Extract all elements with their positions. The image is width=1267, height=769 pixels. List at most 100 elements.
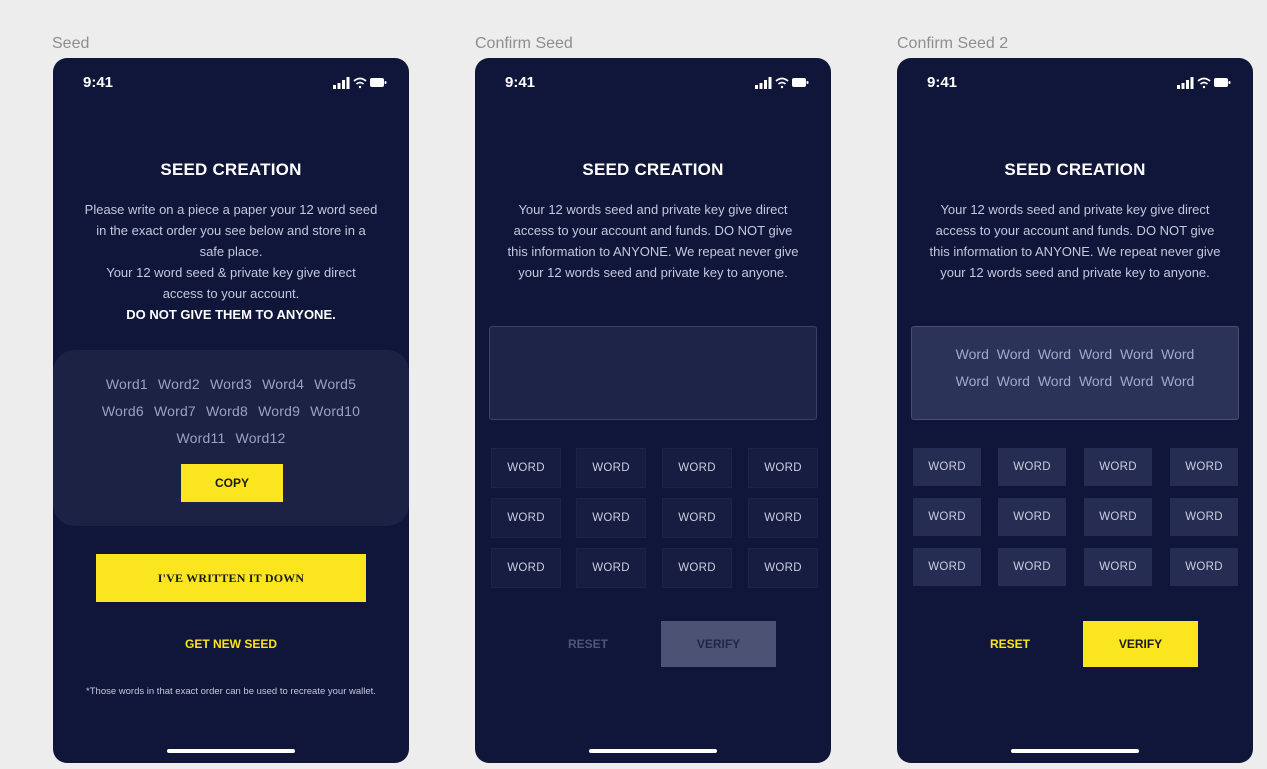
- instructions-line: safe place.: [199, 244, 263, 259]
- selected-word[interactable]: Word: [1079, 373, 1112, 389]
- seed-word: Word11: [176, 430, 226, 446]
- word-choice-button[interactable]: WORD: [576, 498, 646, 538]
- status-time: 9:41: [83, 74, 114, 91]
- word-choice-button[interactable]: WORD: [662, 548, 732, 588]
- selected-word[interactable]: Word: [1120, 373, 1153, 389]
- seed-word: Word7: [153, 403, 196, 419]
- word-choice-button[interactable]: WORD: [1084, 548, 1152, 586]
- word-choice-button[interactable]: WORD: [748, 548, 818, 588]
- instructions-line: your 12 words seed and private key to an…: [940, 265, 1210, 280]
- written-it-down-button[interactable]: I'VE WRITTEN IT DOWN: [96, 554, 366, 602]
- seed-word: Word6: [101, 403, 144, 419]
- seed-entry-box[interactable]: [489, 326, 817, 420]
- status-time: 9:41: [505, 74, 536, 91]
- instructions-line: Your 12 word seed & private key give dir…: [106, 265, 356, 280]
- selected-words: Word Word Word Word Word Word Word Word …: [932, 341, 1218, 395]
- home-indicator: [589, 749, 717, 753]
- seed-word: Word10: [310, 403, 361, 419]
- selected-word[interactable]: Word: [1079, 346, 1112, 362]
- reset-button[interactable]: RESET: [545, 622, 631, 666]
- seed-word: Word2: [157, 376, 200, 392]
- word-choice-grid: WORD WORD WORD WORD WORD WORD WORD WORD …: [913, 448, 1238, 586]
- verify-button[interactable]: VERIFY: [1083, 621, 1198, 667]
- instructions-line: Please write on a piece a paper your 12 …: [84, 202, 378, 217]
- selected-word[interactable]: Word: [997, 373, 1030, 389]
- page-title: SEED CREATION: [160, 160, 302, 179]
- seed-entry-box[interactable]: Word Word Word Word Word Word Word Word …: [911, 326, 1239, 420]
- wifi-icon: [1197, 77, 1211, 89]
- status-bar: 9:41: [505, 74, 809, 92]
- instructions-text: Your 12 words seed and private key give …: [487, 199, 819, 283]
- word-choice-button[interactable]: WORD: [913, 448, 981, 486]
- phone-confirm-seed-2: 9:41 SEED CREATION Your 12 words seed an…: [897, 58, 1253, 763]
- word-choice-button[interactable]: WORD: [491, 448, 561, 488]
- word-choice-button[interactable]: WORD: [1084, 498, 1152, 536]
- selected-word[interactable]: Word: [1120, 346, 1153, 362]
- instructions-line: Your 12 words seed and private key give …: [518, 202, 788, 217]
- seed-word: Word3: [210, 376, 252, 392]
- selected-word[interactable]: Word: [1161, 346, 1194, 362]
- seed-word: Word4: [262, 376, 305, 392]
- status-icons: [333, 77, 387, 89]
- word-choice-button[interactable]: WORD: [1084, 448, 1152, 486]
- instructions-line: access to your account.: [162, 286, 300, 301]
- word-choice-button[interactable]: WORD: [748, 448, 818, 488]
- word-choice-button[interactable]: WORD: [913, 498, 981, 536]
- page-title: SEED CREATION: [1004, 160, 1146, 179]
- get-new-seed-link[interactable]: GET NEW SEED: [53, 637, 409, 651]
- selected-word[interactable]: Word: [956, 346, 989, 362]
- frame-label-seed: Seed: [52, 35, 90, 52]
- instructions-text: Please write on a piece a paper your 12 …: [65, 199, 397, 325]
- frame-label-confirm-seed-2: Confirm Seed 2: [897, 35, 1009, 52]
- frame-label-confirm-seed: Confirm Seed: [475, 35, 573, 52]
- verify-button[interactable]: VERIFY: [661, 621, 776, 667]
- selected-word[interactable]: Word: [956, 373, 989, 389]
- phone-confirm-seed: 9:41 SEED CREATION Your 12 words seed an…: [475, 58, 831, 763]
- copy-button[interactable]: COPY: [181, 464, 283, 502]
- instructions-line: access to your account and funds. DO NOT…: [513, 223, 793, 238]
- word-choice-button[interactable]: WORD: [1170, 548, 1238, 586]
- instructions-line: in the exact order you see below and sto…: [96, 223, 366, 238]
- seed-word: Word1: [105, 376, 148, 392]
- battery-icon: [792, 78, 809, 87]
- word-choice-button[interactable]: WORD: [491, 548, 561, 588]
- instructions-line: access to your account and funds. DO NOT…: [935, 223, 1215, 238]
- seed-word: Word8: [206, 403, 248, 419]
- word-choice-button[interactable]: WORD: [913, 548, 981, 586]
- selected-word[interactable]: Word: [1038, 373, 1071, 389]
- instructions-text: Your 12 words seed and private key give …: [909, 199, 1241, 283]
- warning-text: DO NOT GIVE THEM TO ANYONE.: [126, 307, 336, 322]
- word-choice-grid: WORD WORD WORD WORD WORD WORD WORD WORD …: [491, 448, 818, 588]
- word-choice-button[interactable]: WORD: [998, 498, 1066, 536]
- selected-word[interactable]: Word: [1161, 373, 1194, 389]
- word-choice-button[interactable]: WORD: [662, 498, 732, 538]
- word-choice-button[interactable]: WORD: [662, 448, 732, 488]
- word-choice-button[interactable]: WORD: [491, 498, 561, 538]
- seed-word: Word5: [314, 376, 357, 392]
- page-title: SEED CREATION: [582, 160, 724, 179]
- footnote: *Those words in that exact order can be …: [86, 686, 376, 697]
- word-choice-button[interactable]: WORD: [576, 448, 646, 488]
- reset-button[interactable]: RESET: [967, 622, 1053, 666]
- status-icons: [755, 77, 809, 89]
- instructions-line: this information to ANYONE. We repeat ne…: [507, 244, 799, 259]
- word-choice-button[interactable]: WORD: [1170, 448, 1238, 486]
- seed-words-list: Word1 Word2 Word3 Word4 Word5 Word6 Word…: [83, 371, 379, 452]
- word-choice-button[interactable]: WORD: [576, 548, 646, 588]
- word-choice-button[interactable]: WORD: [748, 498, 818, 538]
- home-indicator: [1011, 749, 1139, 753]
- instructions-line: your 12 words seed and private key to an…: [518, 265, 788, 280]
- selected-word[interactable]: Word: [1038, 346, 1071, 362]
- status-bar: 9:41: [927, 74, 1231, 92]
- word-choice-button[interactable]: WORD: [1170, 498, 1238, 536]
- battery-icon: [1214, 78, 1231, 87]
- wifi-icon: [353, 77, 367, 89]
- word-choice-button[interactable]: WORD: [998, 448, 1066, 486]
- status-bar: 9:41: [83, 74, 387, 92]
- seed-word: Word9: [258, 403, 301, 419]
- selected-word[interactable]: Word: [997, 346, 1030, 362]
- phone-seed: 9:41 SEED CREATION Please write on a pie…: [53, 58, 409, 763]
- word-choice-button[interactable]: WORD: [998, 548, 1066, 586]
- signal-icon: [333, 77, 350, 89]
- instructions-line: Your 12 words seed and private key give …: [940, 202, 1210, 217]
